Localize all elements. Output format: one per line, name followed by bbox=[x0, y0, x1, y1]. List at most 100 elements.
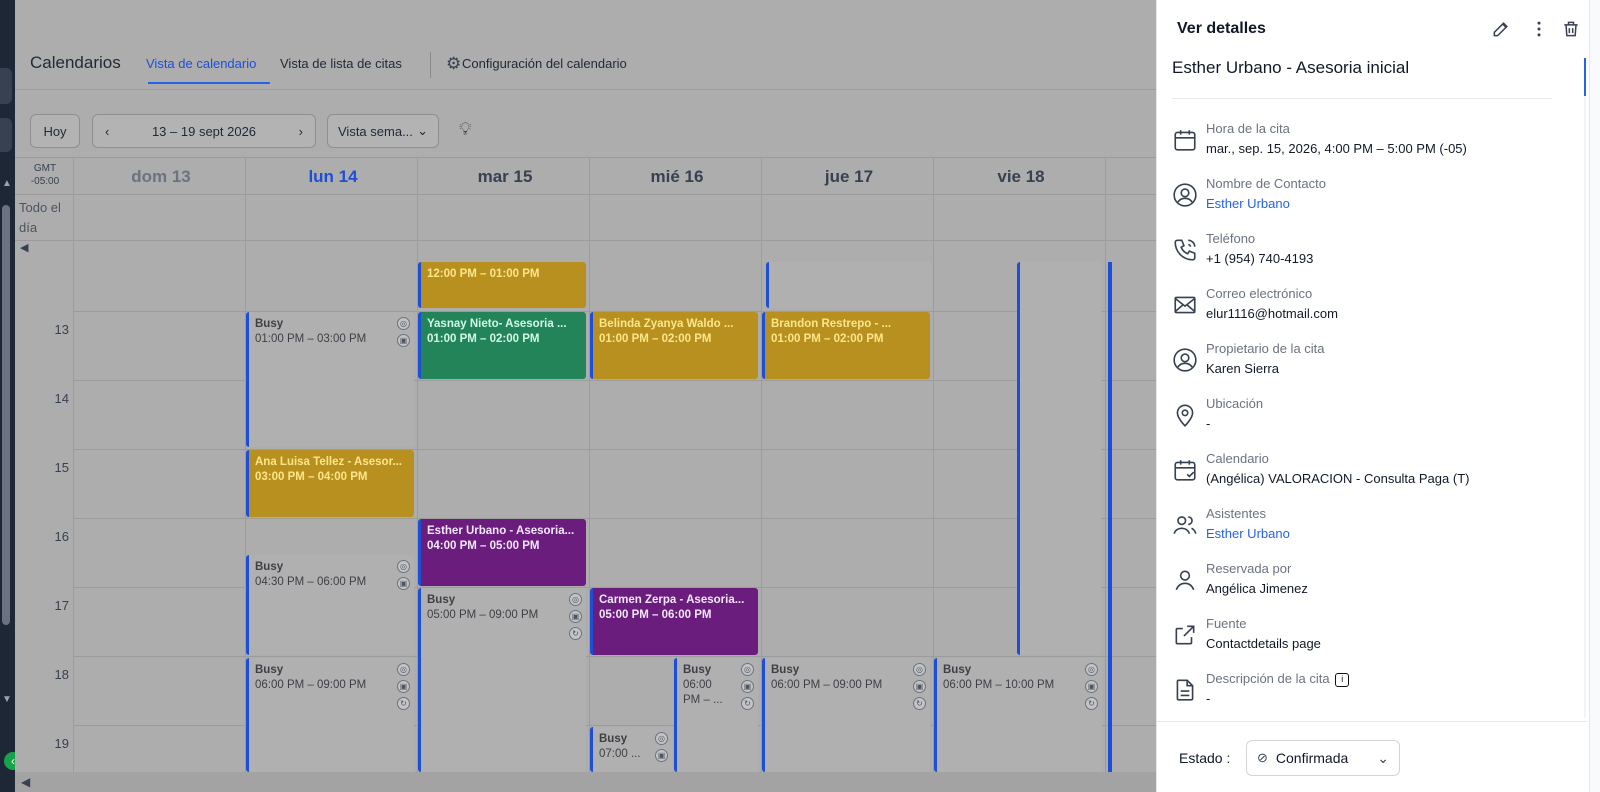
event-time: 01:00 PM – 03:00 PM bbox=[255, 333, 367, 345]
field-value: mar., sep. 15, 2026, 4:00 PM – 5:00 PM (… bbox=[1206, 141, 1467, 156]
google-calendar-icon: ▣ bbox=[655, 749, 668, 762]
event-card[interactable]: Busy 07:00 ... ◎ ▣ bbox=[590, 727, 672, 772]
contact-link[interactable]: Esther Urbano bbox=[1206, 196, 1290, 211]
view-select-value: Vista sema... bbox=[338, 123, 413, 139]
event-card[interactable] bbox=[1017, 262, 1101, 655]
event-card[interactable] bbox=[766, 262, 932, 308]
date-range-navigator: ‹ 13 – 19 sept 2026 › bbox=[92, 114, 316, 148]
chevron-left-icon[interactable]: ‹ bbox=[105, 124, 109, 139]
mail-icon bbox=[1172, 292, 1198, 318]
chevron-right-icon[interactable]: › bbox=[299, 124, 303, 139]
all-day-label: Todo el día bbox=[19, 200, 61, 235]
event-card[interactable]: Busy 06:00 PM – 09:00 PM ◎ ▣ ↻ bbox=[762, 658, 930, 772]
status-icon: ◎ bbox=[569, 593, 582, 606]
event-title: Busy bbox=[255, 561, 284, 573]
phone-icon bbox=[1172, 237, 1198, 263]
event-time: 01:00 PM – 02:00 PM bbox=[771, 333, 884, 345]
day-header[interactable]: jue 17 bbox=[761, 167, 937, 187]
horizontal-scrollbar[interactable]: ◀ bbox=[15, 772, 1156, 792]
scroll-left-icon[interactable]: ◀ bbox=[21, 775, 30, 789]
user-icon bbox=[1172, 567, 1198, 593]
event-card[interactable]: Busy 06:00 PM – 10:00 PM ◎ ▣ ↻ bbox=[934, 658, 1102, 772]
event-time: 01:00 PM – 02:00 PM bbox=[599, 333, 712, 345]
field-description: Descripción de la cita i - bbox=[1172, 671, 1552, 721]
day-header[interactable]: mar 15 bbox=[417, 167, 593, 187]
field-label: Propietario de la cita bbox=[1206, 341, 1325, 356]
event-card[interactable]: Carmen Zerpa - Asesoria... 05:00 PM – 06… bbox=[590, 588, 758, 655]
event-time: 05:00 PM – 09:00 PM bbox=[427, 609, 539, 621]
panel-title: Ver detalles bbox=[1177, 20, 1266, 37]
event-icons: ◎ ▣ ↻ bbox=[397, 663, 410, 710]
sidebar-nav-slot[interactable] bbox=[0, 68, 12, 104]
today-button[interactable]: Hoy bbox=[30, 114, 80, 148]
tab-calendar-view[interactable]: Vista de calendario bbox=[146, 56, 256, 71]
field-value: Angélica Jimenez bbox=[1206, 581, 1308, 596]
event-edge[interactable] bbox=[1108, 262, 1112, 772]
check-circle-icon: ⊘ bbox=[1257, 750, 1268, 765]
trash-icon[interactable] bbox=[1561, 19, 1581, 44]
event-card[interactable]: Busy 06:00 PM – 09:00 PM ◎ ▣ ↻ bbox=[246, 658, 414, 772]
day-header[interactable]: dom 13 bbox=[73, 167, 249, 187]
day-header[interactable]: vie 18 bbox=[933, 167, 1109, 187]
day-header[interactable]: mié 16 bbox=[589, 167, 765, 187]
tab-calendar-settings[interactable]: Configuración del calendario bbox=[462, 56, 627, 71]
field-value: (Angélica) VALORACION - Consulta Paga (T… bbox=[1206, 471, 1470, 486]
status-icon: ◎ bbox=[741, 663, 754, 676]
event-card[interactable]: Ana Luisa Tellez - Asesor... 03:00 PM – … bbox=[246, 450, 414, 517]
event-title: Busy bbox=[255, 664, 284, 676]
event-card[interactable]: Busy 01:00 PM – 03:00 PM ◎ ▣ bbox=[246, 312, 414, 447]
more-options-icon[interactable] bbox=[1529, 19, 1549, 44]
status-icon: ◎ bbox=[913, 663, 926, 676]
attendee-link[interactable]: Esther Urbano bbox=[1206, 526, 1290, 541]
field-value: +1 (954) 740-4193 bbox=[1206, 251, 1314, 266]
status-icon: ◎ bbox=[655, 732, 668, 745]
event-card[interactable]: 12:00 PM – 01:00 PM bbox=[418, 262, 586, 308]
panel-scroll-thumb[interactable] bbox=[1584, 58, 1586, 96]
field-source: Fuente Contactdetails page bbox=[1172, 616, 1552, 666]
column-divider bbox=[73, 157, 74, 772]
event-card[interactable]: Yasnay Nieto- Asesoria ... 01:00 PM – 02… bbox=[418, 312, 586, 379]
event-title: Carmen Zerpa - Asesoria... bbox=[599, 594, 745, 606]
lightbulb-icon[interactable]: 💡︎ bbox=[459, 119, 472, 140]
hour-line bbox=[73, 656, 1156, 657]
event-card[interactable]: Busy 04:30 PM – 06:00 PM ◎ ▣ bbox=[246, 555, 414, 655]
field-calendar: Calendario (Angélica) VALORACION - Consu… bbox=[1172, 451, 1552, 501]
tab-appointment-list[interactable]: Vista de lista de citas bbox=[280, 56, 402, 71]
chevron-down-icon: ⌄ bbox=[417, 123, 428, 138]
column-divider bbox=[589, 157, 590, 772]
user-circle-icon bbox=[1172, 347, 1198, 373]
gear-icon[interactable]: ⚙ bbox=[446, 54, 461, 74]
info-icon[interactable]: i bbox=[1335, 672, 1350, 687]
recurring-icon: ↻ bbox=[741, 697, 754, 710]
field-label: Calendario bbox=[1206, 451, 1269, 466]
hour-label: 13 bbox=[54, 322, 69, 337]
status-select[interactable]: ⊘ Confirmada ⌄ bbox=[1246, 740, 1400, 776]
collapse-left-icon[interactable]: ◀ bbox=[20, 241, 28, 254]
field-appointment-time: Hora de la cita mar., sep. 15, 2026, 4:0… bbox=[1172, 121, 1552, 171]
event-title: Esther Urbano - Asesoria... bbox=[427, 525, 575, 537]
document-icon bbox=[1172, 677, 1198, 703]
day-header[interactable]: lun 14 bbox=[245, 167, 421, 187]
panel-scroll-track[interactable] bbox=[1584, 58, 1586, 718]
edit-icon[interactable] bbox=[1491, 19, 1511, 44]
recurring-icon: ↻ bbox=[913, 697, 926, 710]
vertical-scrollbar[interactable] bbox=[2, 205, 10, 625]
field-label: Nombre de Contacto bbox=[1206, 176, 1326, 191]
appointment-title: Esther Urbano - Asesoria inicial bbox=[1172, 58, 1410, 77]
field-value: elur1116@hotmail.com bbox=[1206, 306, 1338, 321]
scroll-up-icon[interactable]: ▲ bbox=[2, 178, 12, 189]
scroll-down-icon[interactable]: ▼ bbox=[2, 694, 12, 705]
hour-line bbox=[73, 518, 1156, 519]
event-icons: ◎ ▣ ↻ bbox=[1085, 663, 1098, 710]
field-label: Teléfono bbox=[1206, 231, 1256, 246]
event-card-selected[interactable]: Esther Urbano - Asesoria... 04:00 PM – 0… bbox=[418, 519, 586, 586]
app-sidebar: ▲ ▼ ‹ bbox=[0, 0, 22, 792]
google-calendar-icon: ▣ bbox=[569, 610, 582, 623]
view-select[interactable]: Vista sema... ⌄ bbox=[327, 114, 439, 148]
event-card[interactable]: Brandon Restrepo - ... 01:00 PM – 02:00 … bbox=[762, 312, 930, 379]
sidebar-nav-slot[interactable] bbox=[0, 118, 12, 152]
field-label: Hora de la cita bbox=[1206, 121, 1290, 136]
event-card[interactable]: Busy 06:00 PM – ... ◎ ▣ ↻ bbox=[674, 658, 758, 772]
event-card[interactable]: Busy 05:00 PM – 09:00 PM ◎ ▣ ↻ bbox=[418, 588, 586, 772]
event-card[interactable]: Belinda Zyanya Waldo ... 01:00 PM – 02:0… bbox=[590, 312, 758, 379]
